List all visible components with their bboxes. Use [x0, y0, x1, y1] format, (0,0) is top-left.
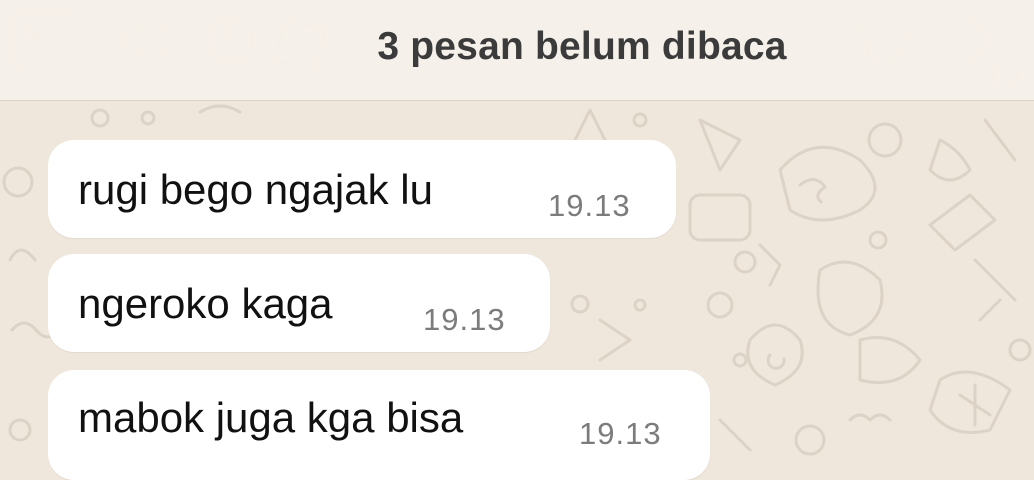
- message-timestamp: 19.13: [423, 302, 506, 337]
- message-bubble[interactable]: ngeroko kaga 19.13: [48, 254, 550, 352]
- unread-messages-banner: 3 pesan belum dibaca: [0, 0, 1034, 101]
- message-timestamp: 19.13: [548, 188, 631, 223]
- unread-messages-label: 3 pesan belum dibaca: [377, 25, 787, 68]
- message-timestamp: 19.13: [579, 416, 662, 451]
- message-bubble[interactable]: rugi bego ngajak lu 19.13: [48, 140, 676, 238]
- message-text: ngeroko kaga: [78, 280, 333, 327]
- message-text: rugi bego ngajak lu: [78, 166, 433, 213]
- message-text: mabok juga kga bisa: [78, 394, 464, 441]
- message-bubble[interactable]: mabok juga kga bisa 19.13: [48, 370, 710, 480]
